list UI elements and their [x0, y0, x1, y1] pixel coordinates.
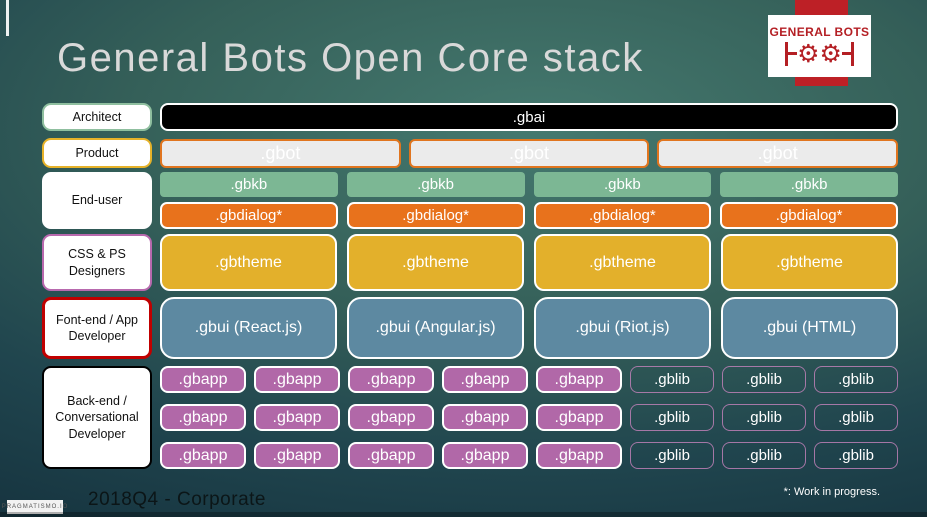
gblib-box: .gblib: [814, 442, 898, 469]
gbai-box: .gbai: [160, 103, 898, 131]
gbtheme-box: .gbtheme: [160, 234, 337, 291]
gbdialog-box: .gbdialog*: [160, 202, 338, 229]
gbapp-gblib-row: .gbapp .gbapp .gbapp .gbapp .gbapp .gbli…: [160, 442, 898, 469]
gbapp-box: .gbapp: [536, 442, 622, 469]
gears-icon: ⚙ ⚙: [785, 40, 854, 68]
gblib-box: .gblib: [722, 442, 806, 469]
gbapp-gblib-row: .gbapp .gbapp .gbapp .gbapp .gbapp .gbli…: [160, 404, 898, 431]
gbui-riot-box: .gbui (Riot.js): [534, 297, 711, 359]
gear-left-line: [788, 52, 798, 55]
gbapp-box: .gbapp: [254, 366, 340, 393]
gbkb-box: .gbkb: [720, 172, 898, 197]
gbui-html-box: .gbui (HTML): [721, 297, 898, 359]
gbtheme-box: .gbtheme: [347, 234, 524, 291]
gblib-box: .gblib: [630, 366, 714, 393]
pragmatismo-brand-text: PRAGMATISMO.IO: [1, 504, 69, 510]
page-title: General Bots Open Core stack: [57, 36, 644, 80]
side-label-product: Product: [42, 138, 152, 168]
gbui-react-box: .gbui (React.js): [160, 297, 337, 359]
gbapp-box: .gbapp: [442, 404, 528, 431]
gbapp-box: .gbapp: [160, 442, 246, 469]
gbui-row: .gbui (React.js) .gbui (Angular.js) .gbu…: [160, 297, 898, 359]
side-label-end-user: End-user: [42, 172, 152, 229]
side-label-backend-conversational-developer: Back-end / Conversational Developer: [42, 366, 152, 469]
gblib-box: .gblib: [630, 442, 714, 469]
gbui-angular-box: .gbui (Angular.js): [347, 297, 524, 359]
gblib-box: .gblib: [814, 404, 898, 431]
gear-icon: ⚙: [797, 39, 820, 68]
gbkb-box: .gbkb: [533, 172, 712, 197]
gbtheme-box: .gbtheme: [721, 234, 898, 291]
work-in-progress-note: *: Work in progress.: [783, 486, 880, 498]
gbdialog-box: .gbdialog*: [346, 202, 525, 229]
gblib-box: .gblib: [722, 366, 806, 393]
gbdialog-row: .gbdialog* .gbdialog* .gbdialog* .gbdial…: [160, 202, 898, 229]
gbot-box: .gbot: [657, 139, 899, 168]
gbdialog-box: .gbdialog*: [533, 202, 712, 229]
gbapp-box: .gbapp: [348, 404, 434, 431]
gbkb-box: .gbkb: [346, 172, 525, 197]
gbapp-box: .gbapp: [442, 366, 528, 393]
gbdialog-box: .gbdialog*: [720, 202, 898, 229]
general-bots-logo: GENERAL BOTS ⚙ ⚙: [768, 15, 871, 77]
gbapp-box: .gbapp: [254, 442, 340, 469]
gbot-box: .gbot: [408, 139, 650, 168]
gbapp-box: .gbapp: [254, 404, 340, 431]
gear-right-bar: [850, 41, 854, 66]
footer-caption: 2018Q4 - Corporate: [88, 489, 266, 510]
side-label-frontend-app-developer: Font-end / App Developer: [42, 297, 152, 359]
gbkb-row: .gbkb .gbkb .gbkb .gbkb: [160, 172, 898, 197]
side-label-css-ps-designers: CSS & PS Designers: [42, 234, 152, 291]
gbapp-box: .gbapp: [442, 442, 528, 469]
gear-icon: ⚙: [819, 39, 842, 68]
gbapp-box: .gbapp: [348, 442, 434, 469]
gblib-box: .gblib: [814, 366, 898, 393]
gbapp-box: .gbapp: [536, 404, 622, 431]
slide: General Bots Open Core stack GENERAL BOT…: [0, 0, 927, 517]
gbot-row: .gbot .gbot .gbot: [160, 139, 899, 168]
logo-wordmark: GENERAL BOTS: [769, 24, 870, 39]
bottom-edge-strip: [0, 512, 927, 517]
gbai-row: .gbai: [160, 103, 898, 131]
left-edge-accent-line: [6, 0, 9, 36]
side-label-architect: Architect: [42, 103, 152, 131]
gbot-box: .gbot: [160, 139, 401, 168]
gbapp-box: .gbapp: [348, 366, 434, 393]
gbapp-box: .gbapp: [160, 366, 246, 393]
gbapp-gblib-row: .gbapp .gbapp .gbapp .gbapp .gbapp .gbli…: [160, 366, 898, 393]
gblib-box: .gblib: [630, 404, 714, 431]
gbkb-box: .gbkb: [160, 172, 338, 197]
gbapp-box: .gbapp: [536, 366, 622, 393]
gblib-box: .gblib: [722, 404, 806, 431]
gear-right-line: [841, 52, 851, 55]
gbtheme-row: .gbtheme .gbtheme .gbtheme .gbtheme: [160, 234, 898, 291]
gbtheme-box: .gbtheme: [534, 234, 711, 291]
gbapp-box: .gbapp: [160, 404, 246, 431]
